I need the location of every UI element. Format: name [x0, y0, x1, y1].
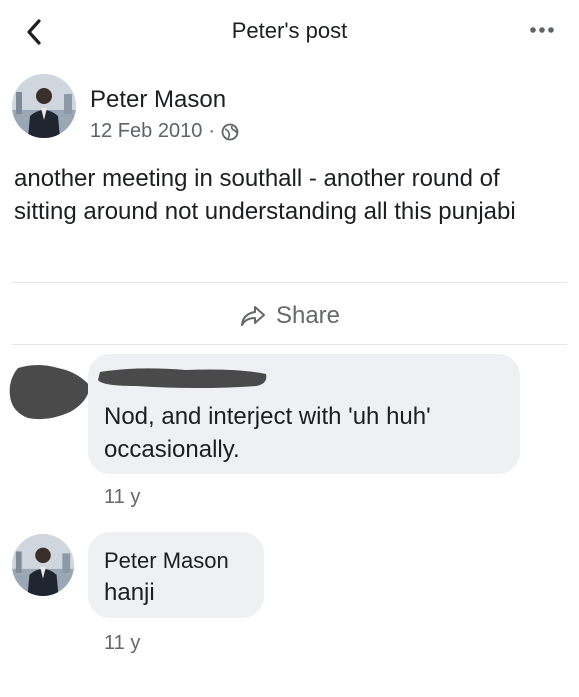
- page-title: Peter's post: [231, 18, 348, 43]
- avatar-photo: [12, 74, 76, 138]
- post-body: another meeting in southall - another ro…: [14, 165, 516, 225]
- share-arrow-icon: [240, 306, 265, 326]
- reply-timestamp[interactable]: 11 y: [104, 632, 140, 655]
- comment-timestamp[interactable]: 11 y: [104, 486, 140, 509]
- reply-author-avatar[interactable]: [12, 534, 74, 596]
- divider: [12, 344, 567, 345]
- comment-text: Nod, and interject with 'uh huh' occasio…: [104, 403, 431, 463]
- post-date[interactable]: 12 Feb 2010: [90, 120, 202, 143]
- reply-author-name[interactable]: Peter Mason: [104, 548, 229, 574]
- post-author-avatar[interactable]: [12, 74, 76, 138]
- redaction-bar: [98, 368, 267, 388]
- reply-bubble: Peter Mason hanji: [88, 532, 264, 618]
- divider: [12, 282, 567, 283]
- post-author-name[interactable]: Peter Mason: [90, 86, 226, 114]
- more-dots-icon: [530, 27, 554, 33]
- globe-icon: [221, 123, 239, 140]
- post-meta: 12 Feb 2010 ·: [90, 120, 239, 143]
- redaction-scribble: [9, 365, 91, 420]
- comment-bubble: Nod, and interject with 'uh huh' occasio…: [88, 354, 520, 474]
- top-bar: Peter's post: [0, 0, 579, 64]
- share-button[interactable]: Share: [220, 296, 360, 336]
- share-label: Share: [275, 302, 341, 329]
- redacted-commenter-name: [96, 364, 268, 390]
- meta-separator: ·: [208, 120, 215, 142]
- avatar-photo: [12, 534, 74, 596]
- more-options-button[interactable]: [527, 18, 557, 42]
- redacted-avatar: [8, 362, 92, 422]
- reply-text: hanji: [104, 579, 155, 606]
